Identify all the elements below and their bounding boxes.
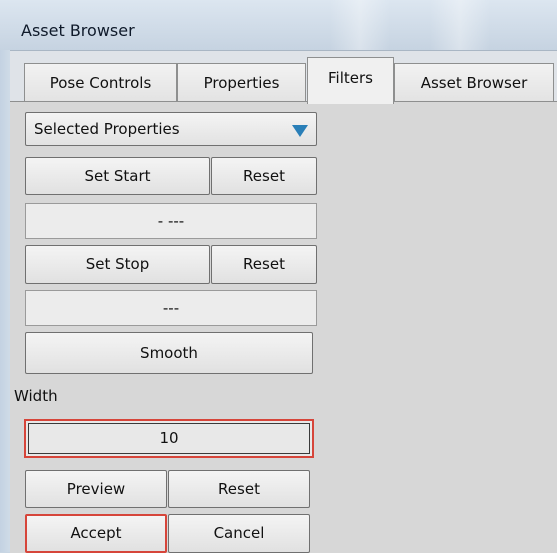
tab-asset-browser[interactable]: Asset Browser <box>394 63 554 101</box>
window-title-bar: Asset Browser <box>0 0 557 50</box>
window-frame-left <box>0 50 10 552</box>
window-title: Asset Browser <box>21 21 135 40</box>
smooth-button[interactable]: Smooth <box>25 332 313 374</box>
stop-value-field: --- <box>25 290 317 326</box>
stop-reset-button[interactable]: Reset <box>211 245 317 284</box>
cancel-button[interactable]: Cancel <box>168 514 310 553</box>
selected-properties-dropdown[interactable]: Selected Properties <box>25 112 317 146</box>
title-bar-glare <box>330 0 390 50</box>
start-value-field: - --- <box>25 203 317 239</box>
set-stop-button[interactable]: Set Stop <box>25 245 210 284</box>
preview-button[interactable]: Preview <box>25 470 167 508</box>
tab-properties[interactable]: Properties <box>177 63 306 101</box>
dropdown-value: Selected Properties <box>34 120 180 138</box>
tab-filters[interactable]: Filters <box>307 57 394 104</box>
width-value: 10 <box>159 429 179 447</box>
set-start-button[interactable]: Set Start <box>25 157 210 195</box>
dropdown-arrow-icon <box>292 125 308 137</box>
tab-strip: Pose Controls Properties Filters Asset B… <box>10 50 557 104</box>
filters-panel: Selected Properties Set Start Reset - --… <box>10 101 557 553</box>
start-reset-button[interactable]: Reset <box>211 157 317 195</box>
width-input[interactable]: 10 <box>24 419 314 458</box>
preview-reset-button[interactable]: Reset <box>168 470 310 508</box>
tab-pose-controls[interactable]: Pose Controls <box>24 63 177 101</box>
width-label: Width <box>14 387 58 405</box>
accept-button[interactable]: Accept <box>25 514 167 553</box>
title-bar-glare <box>430 0 490 50</box>
